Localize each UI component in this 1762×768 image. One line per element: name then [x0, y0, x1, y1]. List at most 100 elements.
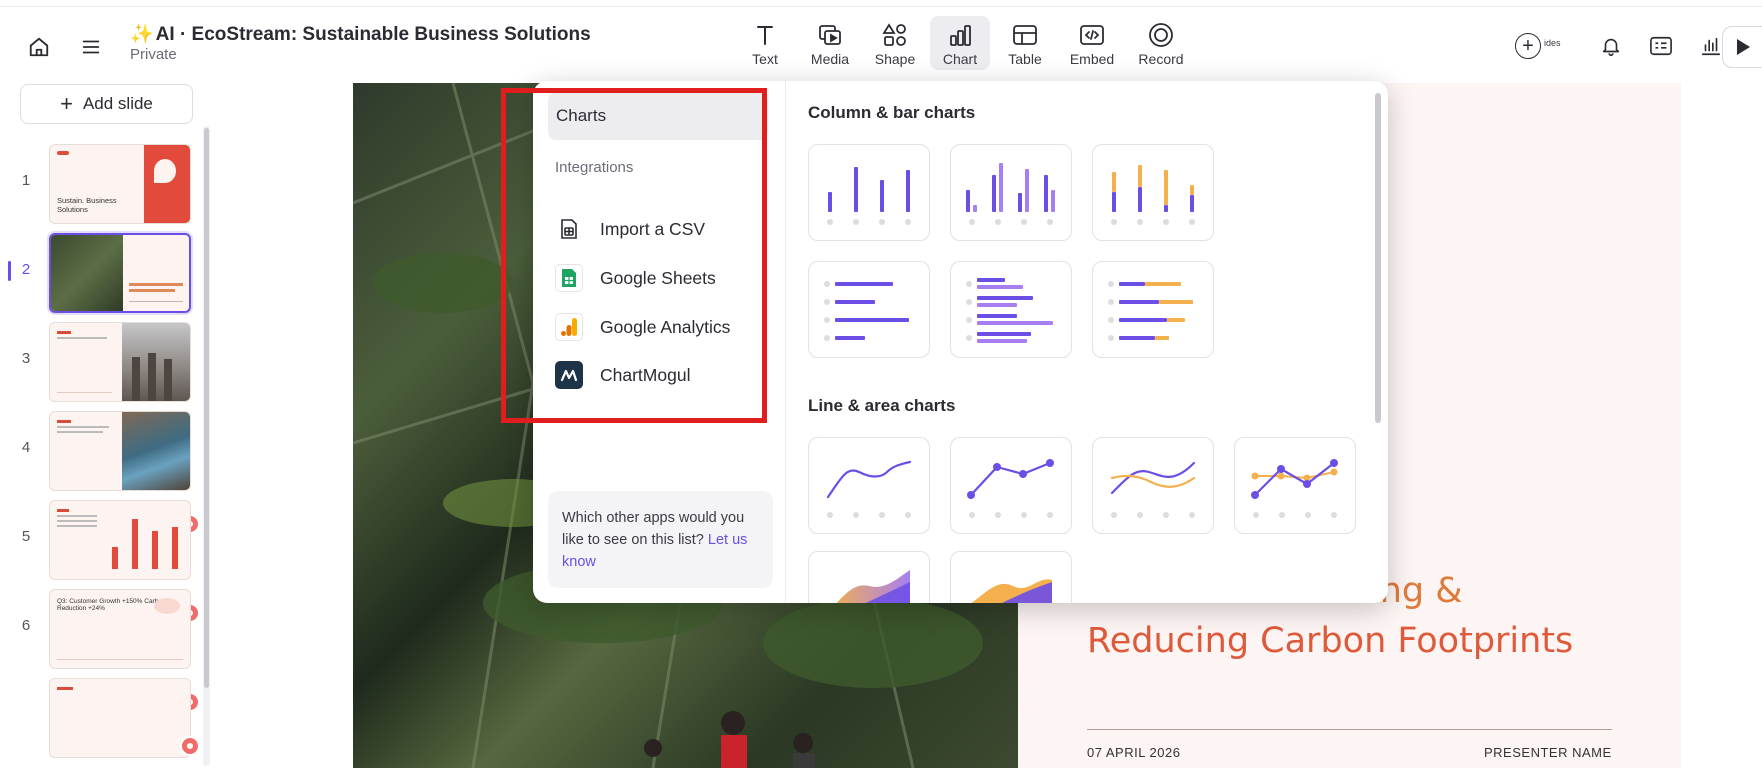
- slide-preview-line: [57, 520, 97, 522]
- slide-preview-line: [57, 337, 107, 339]
- line-chart-icon: [826, 460, 912, 518]
- chart-option-stacked-column[interactable]: [1092, 144, 1214, 241]
- chart-option-grouped-bar[interactable]: [950, 261, 1072, 358]
- media-icon: [819, 25, 841, 45]
- active-slide-indicator: [8, 261, 11, 281]
- hamburger-icon: [82, 40, 100, 54]
- slide-thumbnail-3[interactable]: 3: [0, 320, 200, 402]
- chart-option-multi-line-markers[interactable]: [1234, 437, 1356, 534]
- chart-option-stacked-area[interactable]: [950, 551, 1072, 603]
- slide-thumbnail-7[interactable]: [0, 676, 200, 758]
- sidebar-scrollbar[interactable]: [204, 128, 209, 688]
- stacked-bar-chart-icon: [1108, 281, 1193, 341]
- slide-preview-photo: [122, 412, 190, 490]
- slide-presenter[interactable]: PRESENTER NAME: [1484, 745, 1612, 760]
- add-collaborator-button[interactable]: +: [1508, 26, 1548, 66]
- slide-date[interactable]: 07 APRIL 2026: [1087, 745, 1180, 760]
- window-top-edge: [0, 0, 1762, 7]
- add-slide-label: Add slide: [82, 94, 153, 113]
- slide-preview-bar: [172, 527, 178, 569]
- chart-types-panel: Column & bar charts Line & area charts: [786, 81, 1388, 603]
- slide-preview-graphic: [154, 598, 180, 614]
- chart-option-column[interactable]: [808, 144, 930, 241]
- text-icon: [757, 26, 773, 45]
- slide-number: 5: [21, 528, 31, 545]
- plus-icon: +: [1515, 33, 1541, 59]
- slide-heading-line-2: Reducing Carbon Footprints: [1087, 621, 1574, 661]
- slide-preview: [49, 678, 191, 758]
- bar-chart-icon: [824, 281, 909, 341]
- slide-thumbnail-2[interactable]: 2: [0, 231, 200, 313]
- slide-preview-label: [57, 420, 71, 423]
- logo-mark: [57, 151, 69, 155]
- top-bar: ✨ AI · EcoStream: Sustainable Business So…: [0, 8, 1762, 78]
- slide-preview-bar: [152, 531, 158, 569]
- embed-icon: [1080, 25, 1104, 45]
- chart-option-bar[interactable]: [808, 261, 930, 358]
- slide-preview-footer: [57, 659, 183, 660]
- slide-thumbnail-4[interactable]: 4: [0, 409, 200, 491]
- slide-preview-label: [57, 509, 69, 512]
- chart-panel-scrollbar[interactable]: [1375, 93, 1381, 423]
- slide-divider: [1087, 729, 1612, 730]
- chart-icon: [950, 25, 971, 46]
- slide-preview-label: [57, 687, 73, 690]
- stacked-column-chart-icon: [1111, 165, 1195, 225]
- chart-option-line-markers[interactable]: [950, 437, 1072, 534]
- home-icon: [29, 37, 49, 57]
- doc-title[interactable]: ✨ AI · EcoStream: Sustainable Business So…: [130, 22, 591, 46]
- slide-preview: [49, 500, 191, 580]
- tool-table[interactable]: Table: [995, 16, 1055, 70]
- tool-chart-label: Chart: [942, 51, 978, 67]
- area-chart-icon: [836, 570, 910, 603]
- home-button[interactable]: [22, 30, 56, 64]
- feedback-box: Which other apps would you like to see o…: [548, 491, 773, 588]
- slide-preview-heading: [129, 283, 183, 286]
- slide-preview-line: [57, 426, 109, 428]
- slide-preview: Sustain. Business Solutions: [49, 144, 191, 224]
- multi-line-chart-icon: [1110, 461, 1196, 518]
- tool-chart[interactable]: Chart: [930, 16, 990, 70]
- slide-thumbnail-6[interactable]: 6 Q3: Customer Growth +150% Carbon Reduc…: [0, 587, 200, 669]
- slide-thumbnail-1[interactable]: 1 Sustain. Business Solutions: [0, 142, 200, 224]
- slide-number: 6: [21, 617, 31, 634]
- tool-record-label: Record: [1138, 51, 1184, 67]
- slide-preview: [49, 233, 191, 313]
- tool-media[interactable]: Media: [800, 16, 860, 70]
- tool-record[interactable]: Record: [1129, 16, 1193, 70]
- menu-button[interactable]: [74, 30, 108, 64]
- analytics-icon: [1701, 37, 1721, 56]
- tool-media-label: Media: [810, 51, 850, 67]
- slide-preview-photo: [122, 323, 190, 401]
- slide-thumbnail-5[interactable]: 5: [0, 498, 200, 580]
- slide-number: 2: [21, 261, 31, 278]
- notifications-button[interactable]: [1591, 26, 1631, 66]
- sparkle-icon: ✨: [130, 24, 154, 45]
- stacked-area-chart-icon: [971, 579, 1052, 603]
- doc-visibility[interactable]: Private: [130, 46, 177, 63]
- chart-option-line[interactable]: [808, 437, 930, 534]
- slides-sidebar: + Add slide 1 Sustain. Business Solution…: [0, 78, 215, 768]
- tool-embed-label: Embed: [1069, 51, 1115, 67]
- speaker-notes-button[interactable]: [1641, 26, 1681, 66]
- column-chart-icon: [827, 167, 911, 225]
- group-title-column-bar: Column & bar charts: [808, 103, 976, 122]
- tool-text[interactable]: Text: [735, 16, 795, 70]
- record-icon: [1149, 23, 1173, 47]
- add-slide-button[interactable]: + Add slide: [20, 84, 193, 124]
- multi-line-markers-chart-icon: [1251, 459, 1338, 518]
- grouped-column-chart-icon: [966, 163, 1055, 225]
- comment-badge-icon[interactable]: [180, 736, 200, 756]
- slide-preview: [49, 411, 191, 491]
- group-title-line-area: Line & area charts: [808, 396, 956, 415]
- tool-embed[interactable]: Embed: [1060, 16, 1124, 70]
- notes-card-icon: [1650, 36, 1672, 56]
- slide-preview-graphic: [144, 145, 190, 223]
- chart-option-stacked-bar[interactable]: [1092, 261, 1214, 358]
- chart-option-grouped-column[interactable]: [950, 144, 1072, 241]
- partial-label: ides: [1544, 38, 1561, 48]
- chart-option-multi-line[interactable]: [1092, 437, 1214, 534]
- present-button[interactable]: [1722, 26, 1762, 68]
- tool-shape[interactable]: Shape: [865, 16, 925, 70]
- chart-option-area[interactable]: [808, 551, 930, 603]
